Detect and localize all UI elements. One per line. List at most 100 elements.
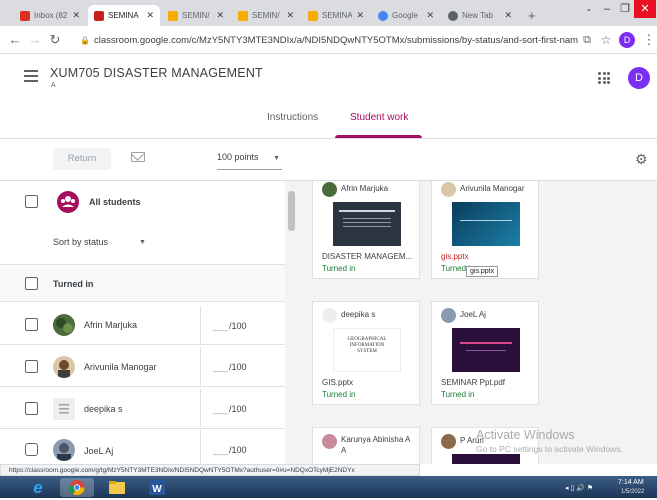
submission-file-name[interactable]: gis.pptx xyxy=(441,252,533,261)
submission-card[interactable]: JoeL Aj SEMINAR Ppt.pdf Turned in xyxy=(431,301,539,405)
settings-gear-icon[interactable]: ⚙ xyxy=(635,152,649,166)
main-menu-icon[interactable] xyxy=(24,70,38,85)
account-avatar[interactable]: D xyxy=(628,67,650,89)
tab-title: Google xyxy=(392,11,418,20)
slides-icon xyxy=(168,10,178,21)
student-name[interactable]: deepika s xyxy=(84,404,123,414)
grading-toolbar: Return 100 points ▼ ⚙ xyxy=(0,139,657,181)
back-arrow-icon[interactable]: ← xyxy=(6,31,24,49)
student-name[interactable]: JoeL Aj xyxy=(84,446,113,456)
points-value: 100 points xyxy=(217,152,259,162)
course-title[interactable]: XUM705 DISASTER MANAGEMENT xyxy=(50,66,263,80)
student-avatar xyxy=(441,434,456,449)
student-avatar xyxy=(53,398,75,420)
activate-windows-subtitle: Go to PC settings to activate Windows. xyxy=(476,444,623,454)
row-divider xyxy=(0,428,285,429)
tab-title: SEMINA xyxy=(322,11,353,20)
submissions-grid: Afrin Marjuka DISASTER MANAGEM... Turned… xyxy=(297,181,657,464)
browser-tab-new-tab[interactable]: New Tab ✕ xyxy=(442,5,518,26)
student-avatar xyxy=(53,356,75,378)
share-icon[interactable]: ⧉ xyxy=(578,31,596,49)
reload-icon[interactable]: ↻ xyxy=(46,31,64,49)
taskbar-clock-date[interactable]: 1/5/2022 xyxy=(621,489,644,495)
close-tab-icon[interactable]: ✕ xyxy=(146,10,154,21)
submission-card[interactable]: Afrin Marjuka DISASTER MANAGEM... Turned… xyxy=(312,181,420,279)
tab-student-work[interactable]: Student work xyxy=(350,112,408,123)
browser-tab-inbox[interactable]: Inbox (82 ✕ xyxy=(14,5,86,26)
browser-tab-seminar-3[interactable]: SEMIN/ ✕ xyxy=(232,5,300,26)
submission-file-name[interactable]: GIS.pptx xyxy=(322,378,414,387)
browser-menu-icon[interactable]: ⋮ xyxy=(640,31,657,49)
forward-arrow-icon[interactable]: → xyxy=(26,31,44,49)
student-checkbox[interactable] xyxy=(25,402,38,415)
student-name[interactable]: Afrin Marjuka xyxy=(84,320,137,330)
file-explorer-icon[interactable] xyxy=(100,478,134,497)
activate-windows-title: Activate Windows xyxy=(476,428,575,442)
sort-dropdown[interactable]: Sort by status xyxy=(53,237,108,247)
email-icon[interactable] xyxy=(131,152,145,162)
browser-tab-seminar-4[interactable]: SEMINA ✕ xyxy=(302,5,370,26)
gmail-icon xyxy=(20,10,30,21)
student-avatar xyxy=(441,182,456,197)
close-tab-icon[interactable]: ✕ xyxy=(216,10,224,21)
student-checkbox[interactable] xyxy=(25,318,38,331)
submission-status: Turned in xyxy=(322,264,356,273)
grade-field[interactable]: /100 xyxy=(200,430,285,464)
select-all-checkbox[interactable] xyxy=(25,195,38,208)
student-name[interactable]: Arivunila Manogar xyxy=(84,362,157,372)
internet-explorer-icon[interactable]: e xyxy=(24,478,52,497)
grade-field[interactable]: /100 xyxy=(200,347,285,385)
close-tab-icon[interactable]: ✕ xyxy=(286,10,294,21)
student-checkbox[interactable] xyxy=(25,443,38,456)
slides-icon xyxy=(308,10,318,21)
grade-field[interactable]: /100 xyxy=(200,306,285,344)
bookmark-star-icon[interactable]: ☆ xyxy=(597,31,615,49)
file-thumbnail xyxy=(452,454,520,464)
turned-in-section-header xyxy=(0,264,285,302)
url-bar[interactable]: 🔒 classroom.google.com/c/MzY5NTY3MTE3NDI… xyxy=(80,30,578,50)
close-tab-icon[interactable]: ✕ xyxy=(504,10,512,21)
grade-value: /100 xyxy=(213,321,247,331)
new-tab-button[interactable]: + xyxy=(522,5,542,26)
browser-tab-google[interactable]: Google ✕ xyxy=(372,5,440,26)
browser-profile-avatar[interactable]: D xyxy=(619,32,635,48)
sort-caret-icon[interactable]: ▼ xyxy=(139,239,146,246)
submission-file-name[interactable]: SEMINAR Ppt.pdf xyxy=(441,378,533,387)
tab-title: SEMINA xyxy=(108,11,139,20)
all-students-group-icon xyxy=(57,191,79,213)
tab-title: Inbox (82 xyxy=(34,11,68,20)
chrome-taskbar-button[interactable] xyxy=(60,478,94,497)
points-dropdown[interactable]: 100 points ▼ xyxy=(217,152,282,170)
google-apps-icon[interactable] xyxy=(598,72,610,84)
account-initial: D xyxy=(635,72,643,84)
close-tab-icon[interactable]: ✕ xyxy=(426,10,434,21)
submission-card[interactable]: deepika s GEOGRAPHICAL INFORMATION SYSTE… xyxy=(312,301,420,405)
file-thumbnail xyxy=(452,202,520,246)
close-tab-icon[interactable]: ✕ xyxy=(356,10,364,21)
tab-title: SEMIN/ xyxy=(252,11,280,20)
submission-card[interactable]: Arivunila Manogar gis.pptx Turned in xyxy=(431,181,539,279)
submission-file-name[interactable]: DISASTER MANAGEM... xyxy=(322,252,414,261)
browser-tab-seminar-2[interactable]: SEMIN/ ✕ xyxy=(162,5,230,26)
student-checkbox[interactable] xyxy=(25,360,38,373)
submission-card[interactable]: Karunya Abinisha A A xyxy=(312,427,420,464)
windows-taskbar: e W xyxy=(0,476,657,498)
window-close-button[interactable]: ✕ xyxy=(634,0,656,18)
maximize-button[interactable]: ❐ xyxy=(614,0,636,18)
word-icon[interactable]: W xyxy=(140,478,174,497)
taskbar-clock-time[interactable]: 7:14 AM xyxy=(618,479,644,486)
return-button[interactable]: Return xyxy=(53,148,111,170)
list-scrollbar-thumb[interactable] xyxy=(288,191,295,231)
browser-tab-seminar-active[interactable]: SEMINA ✕ xyxy=(88,5,160,26)
submission-status: Turned in xyxy=(322,390,356,399)
grade-field[interactable]: /100 xyxy=(200,389,285,427)
thumbnail-text: GEOGRAPHICAL INFORMATION SYSTEM xyxy=(347,337,387,354)
student-avatar xyxy=(53,439,75,461)
tab-title: SEMIN/ xyxy=(182,11,210,20)
grade-value: /100 xyxy=(213,404,247,414)
turned-in-checkbox[interactable] xyxy=(25,277,38,290)
address-bar-row: ← → ↻ 🔒 classroom.google.com/c/MzY5NTY3M… xyxy=(0,26,657,54)
tab-instructions[interactable]: Instructions xyxy=(267,112,318,123)
close-tab-icon[interactable]: ✕ xyxy=(72,10,80,21)
system-tray-icons[interactable]: ◂ ▯ 🔊 ⚑ xyxy=(565,484,593,492)
